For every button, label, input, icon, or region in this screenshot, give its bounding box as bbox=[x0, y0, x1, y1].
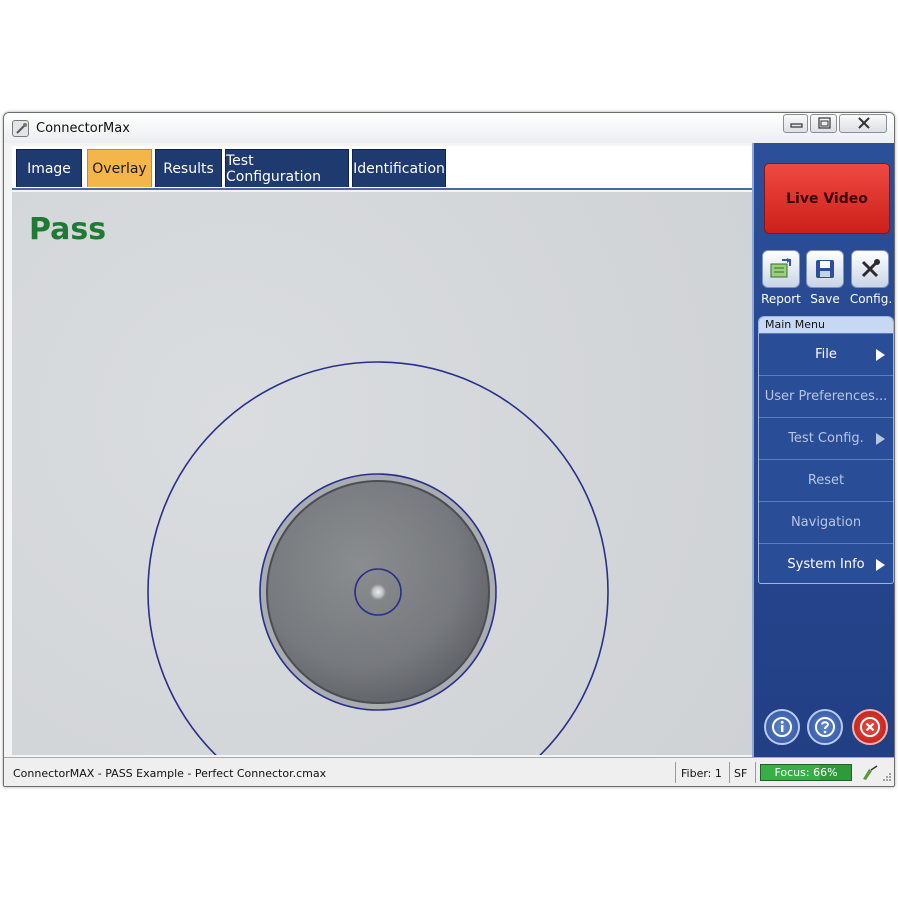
title-bar[interactable]: ConnectorMax bbox=[4, 113, 894, 143]
menu-item-reset[interactable]: Reset bbox=[759, 459, 893, 501]
report-icon bbox=[770, 258, 791, 278]
close-icon bbox=[858, 117, 870, 129]
app-icon bbox=[12, 120, 29, 137]
menu-item-label: Test Config. bbox=[788, 431, 864, 446]
info-icon bbox=[772, 717, 792, 737]
focus-text: Focus: 66% bbox=[774, 766, 838, 779]
report-label: Report bbox=[761, 292, 801, 306]
status-divider bbox=[755, 762, 756, 783]
menu-item-label: User Preferences... bbox=[764, 389, 888, 404]
status-divider bbox=[729, 762, 730, 783]
status-divider bbox=[675, 762, 676, 783]
menu-item-label: Navigation bbox=[790, 515, 862, 530]
minimize-icon bbox=[790, 123, 803, 128]
menu-item-test-config[interactable]: Test Config. bbox=[759, 417, 893, 459]
status-file-name: ConnectorMAX - PASS Example - Perfect Co… bbox=[13, 767, 327, 780]
help-icon bbox=[815, 717, 835, 737]
submenu-arrow-icon bbox=[876, 559, 885, 571]
close-button[interactable] bbox=[839, 114, 887, 133]
sidebar: Live Video Report Save Config. Main Menu… bbox=[752, 143, 894, 757]
config-icon bbox=[861, 259, 880, 278]
tab-overlay[interactable]: Overlay bbox=[87, 149, 152, 187]
fiber-core bbox=[369, 583, 387, 601]
exit-icon bbox=[860, 717, 880, 737]
config-label: Config. bbox=[849, 292, 893, 306]
fiber-endface-overlay bbox=[147, 361, 609, 755]
help-button[interactable] bbox=[807, 709, 843, 745]
menu-item-label: System Info bbox=[787, 557, 865, 572]
probe-status-icon bbox=[863, 765, 878, 780]
submenu-arrow-icon bbox=[876, 433, 885, 445]
window-title: ConnectorMax bbox=[36, 121, 130, 136]
restore-button[interactable] bbox=[810, 114, 837, 133]
status-fiber: Fiber: 1 bbox=[681, 767, 722, 780]
live-video-button[interactable]: Live Video bbox=[764, 163, 890, 234]
resize-grip-icon[interactable] bbox=[882, 772, 892, 782]
menu-item-file[interactable]: File bbox=[759, 333, 893, 375]
status-bar: ConnectorMAX - PASS Example - Perfect Co… bbox=[4, 757, 894, 786]
main-menu: Main Menu File User Preferences... Test … bbox=[758, 316, 894, 584]
menu-item-label: Reset bbox=[807, 473, 845, 488]
menu-item-user-preferences[interactable]: User Preferences... bbox=[759, 375, 893, 417]
save-button[interactable] bbox=[806, 250, 844, 288]
main-menu-header: Main Menu bbox=[759, 317, 893, 333]
restore-icon bbox=[818, 117, 831, 129]
status-fiber-mode: SF bbox=[734, 767, 748, 780]
minimize-button[interactable] bbox=[783, 114, 808, 133]
save-icon bbox=[816, 260, 834, 278]
fiber-image-view[interactable]: Pass bbox=[12, 192, 752, 755]
tab-identification[interactable]: Identification bbox=[352, 149, 446, 187]
tab-image[interactable]: Image bbox=[16, 149, 82, 187]
focus-indicator: Focus: 66% bbox=[760, 764, 852, 781]
app-window: ConnectorMax Image Overlay Results Test … bbox=[3, 112, 895, 787]
tab-bar: Image Overlay Results Test Configuration… bbox=[12, 146, 752, 190]
save-label: Save bbox=[810, 292, 840, 306]
tab-results[interactable]: Results bbox=[155, 149, 222, 187]
exit-button[interactable] bbox=[852, 709, 888, 745]
report-button[interactable] bbox=[762, 250, 800, 288]
menu-item-label: File bbox=[815, 347, 837, 362]
menu-item-system-info[interactable]: System Info bbox=[759, 543, 893, 583]
tab-test-configuration[interactable]: Test Configuration bbox=[225, 149, 349, 187]
menu-item-navigation[interactable]: Navigation bbox=[759, 501, 893, 543]
pass-result-label: Pass bbox=[29, 212, 107, 247]
submenu-arrow-icon bbox=[876, 349, 885, 361]
config-button[interactable] bbox=[851, 250, 889, 288]
info-button[interactable] bbox=[764, 709, 800, 745]
